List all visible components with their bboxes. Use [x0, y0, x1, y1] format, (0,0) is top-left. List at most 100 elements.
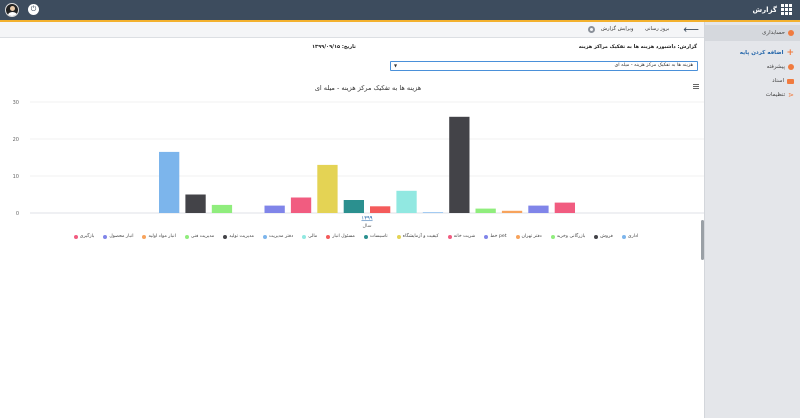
legend-dot-icon — [594, 234, 599, 239]
legend-dot-icon — [142, 234, 147, 239]
legend-label: مالی — [308, 234, 318, 239]
sidebar-item-advanced[interactable]: پیشرفته — [767, 64, 794, 70]
sidebar-item-label: اضافه کردن پایه — [739, 50, 784, 56]
chart-bar[interactable] — [185, 194, 206, 214]
legend-item[interactable]: مدیریت تولید — [223, 234, 254, 239]
legend-item[interactable]: انبار محصول — [103, 234, 133, 239]
chart-bar[interactable] — [501, 210, 523, 213]
y-tick-label: 30 — [13, 100, 19, 106]
legend-item[interactable]: pet خط — [484, 234, 507, 239]
update-button[interactable]: بروز رسانی — [645, 26, 669, 32]
legend-item[interactable]: مدیریت فنی — [184, 234, 215, 239]
legend-item[interactable]: مسئول انبار — [326, 234, 355, 239]
folder-icon — [787, 78, 794, 84]
legend-dot-icon — [363, 234, 368, 239]
legend-dot-icon — [396, 234, 401, 239]
x-axis-label: سال — [363, 223, 372, 229]
user-avatar-icon[interactable] — [5, 3, 19, 17]
legend-dot-icon — [223, 234, 228, 239]
chart-legend: اداری فروش بازرگانی وخرید دفتر تهران pet خط ش… — [8, 234, 704, 239]
chart-bar[interactable] — [449, 116, 470, 213]
report-toolbar: ⟵ بروز رسانی ویرایش گزارش — [0, 22, 704, 38]
sidebar-item-label: اسناد — [772, 78, 784, 84]
x-category-label[interactable]: ۱۳۹۹ — [361, 216, 372, 222]
legend-item[interactable]: فروش — [594, 234, 613, 239]
chart-bar[interactable] — [343, 200, 364, 213]
chart-bar[interactable] — [317, 164, 338, 213]
legend-dot-icon — [184, 234, 189, 239]
legend-label: انبار محصول — [109, 234, 134, 239]
chart-bar[interactable] — [422, 212, 444, 213]
legend-label: فروش — [600, 234, 613, 239]
chart-type-select-value: هزینه ها به تفکیک مرکز هزینه - میله ای — [614, 63, 693, 68]
chart-card: هزینه ها به تفکیک مرکز هزینه - میله ای 0… — [8, 80, 704, 252]
legend-label: مسئول انبار — [332, 234, 355, 239]
legend-item[interactable]: تاسیسات — [363, 234, 388, 239]
sidebar-item-label: پیشرفته — [766, 64, 785, 70]
y-tick-label: 0 — [16, 211, 19, 217]
sidebar-item-label: تنظیمات — [765, 92, 786, 98]
legend-label: بازگیری — [79, 234, 95, 239]
chart-bar[interactable] — [290, 197, 312, 214]
legend-label: مدیریت فنی — [190, 234, 215, 239]
legend-item[interactable]: شربت خانه — [447, 234, 476, 239]
legend-label: تاسیسات — [369, 234, 388, 239]
chevron-down-icon: ▼ — [394, 63, 398, 68]
chart-type-select[interactable]: هزینه ها به تفکیک مرکز هزینه - میله ای ▼ — [390, 61, 698, 71]
legend-dot-icon — [263, 234, 268, 239]
legend-dot-icon — [515, 234, 520, 239]
chart-bar[interactable] — [370, 206, 391, 213]
legend-dot-icon — [302, 234, 307, 239]
app-title: گزارش — [752, 5, 777, 14]
share-icon: ⋖ — [788, 91, 794, 99]
legend-label: pet خط — [490, 234, 507, 239]
circle-icon — [788, 30, 794, 36]
sidebar: حسابداری + اضافه کردن پایه پیشرفته اسناد… — [704, 22, 800, 418]
sidebar-item-documents[interactable]: اسناد — [772, 78, 794, 84]
legend-item[interactable]: دفتر تهران — [515, 234, 542, 239]
legend-dot-icon — [621, 234, 626, 239]
y-tick-label: 10 — [13, 174, 19, 180]
legend-item[interactable]: کیفیت و آزمایشگاه — [396, 234, 439, 239]
chart-bar[interactable] — [554, 202, 575, 213]
chart-bar[interactable] — [475, 208, 496, 213]
legend-label: مدیریت تولید — [229, 234, 255, 239]
sidebar-item-settings[interactable]: ⋖ تنظیمات — [765, 91, 794, 99]
legend-item[interactable]: مالی — [302, 234, 317, 239]
app-brand[interactable]: گزارش — [752, 4, 792, 15]
chart-bar[interactable] — [528, 205, 549, 213]
legend-dot-icon — [73, 234, 78, 239]
y-tick-label: 20 — [13, 137, 19, 143]
back-arrow-icon[interactable]: ⟵ — [683, 23, 699, 36]
legend-item[interactable]: اداری — [621, 234, 638, 239]
legend-dot-icon — [484, 234, 489, 239]
legend-dot-icon — [550, 234, 555, 239]
report-title: گزارش: داشبورد هزینه ها به تفکیک مراکز ه… — [578, 44, 697, 50]
apps-grid-icon[interactable] — [781, 4, 792, 15]
power-icon[interactable]: ⏻ — [28, 4, 39, 15]
legend-item[interactable]: بازرگانی وخرید — [550, 234, 586, 239]
gear-icon[interactable] — [588, 26, 595, 33]
legend-label: بازرگانی وخرید — [556, 234, 586, 239]
chart-bar[interactable] — [211, 204, 233, 213]
chart-bar[interactable] — [396, 190, 417, 213]
legend-item[interactable]: دفتر مدیریت — [263, 234, 293, 239]
sidebar-item-label: حسابداری — [762, 30, 785, 36]
legend-label: دفتر تهران — [521, 234, 542, 239]
sidebar-item-add-base[interactable]: + اضافه کردن پایه — [739, 49, 794, 58]
edit-report-button[interactable]: ویرایش گزارش — [601, 26, 633, 32]
chart-bar[interactable] — [264, 205, 285, 213]
sidebar-item-accounting[interactable]: حسابداری — [705, 25, 800, 41]
legend-label: دفتر مدیریت — [269, 234, 294, 239]
chart-bar[interactable] — [159, 151, 180, 213]
report-date: تاریخ: ۱۳۹۹/۰۹/۱۵ — [312, 44, 356, 50]
legend-label: انبار مواد اولیه — [148, 234, 176, 239]
circle-icon — [788, 64, 794, 70]
legend-item[interactable]: انبار مواد اولیه — [142, 234, 176, 239]
legend-label: شربت خانه — [453, 234, 476, 239]
bar-chart: 0 10 20 30 ۱۳۹۹سال — [13, 100, 704, 229]
legend-item[interactable]: بازگیری — [73, 234, 95, 239]
legend-dot-icon — [447, 234, 452, 239]
legend-label: کیفیت و آزمایشگاه — [402, 234, 439, 239]
top-bar: گزارش ⏻ — [0, 0, 800, 22]
